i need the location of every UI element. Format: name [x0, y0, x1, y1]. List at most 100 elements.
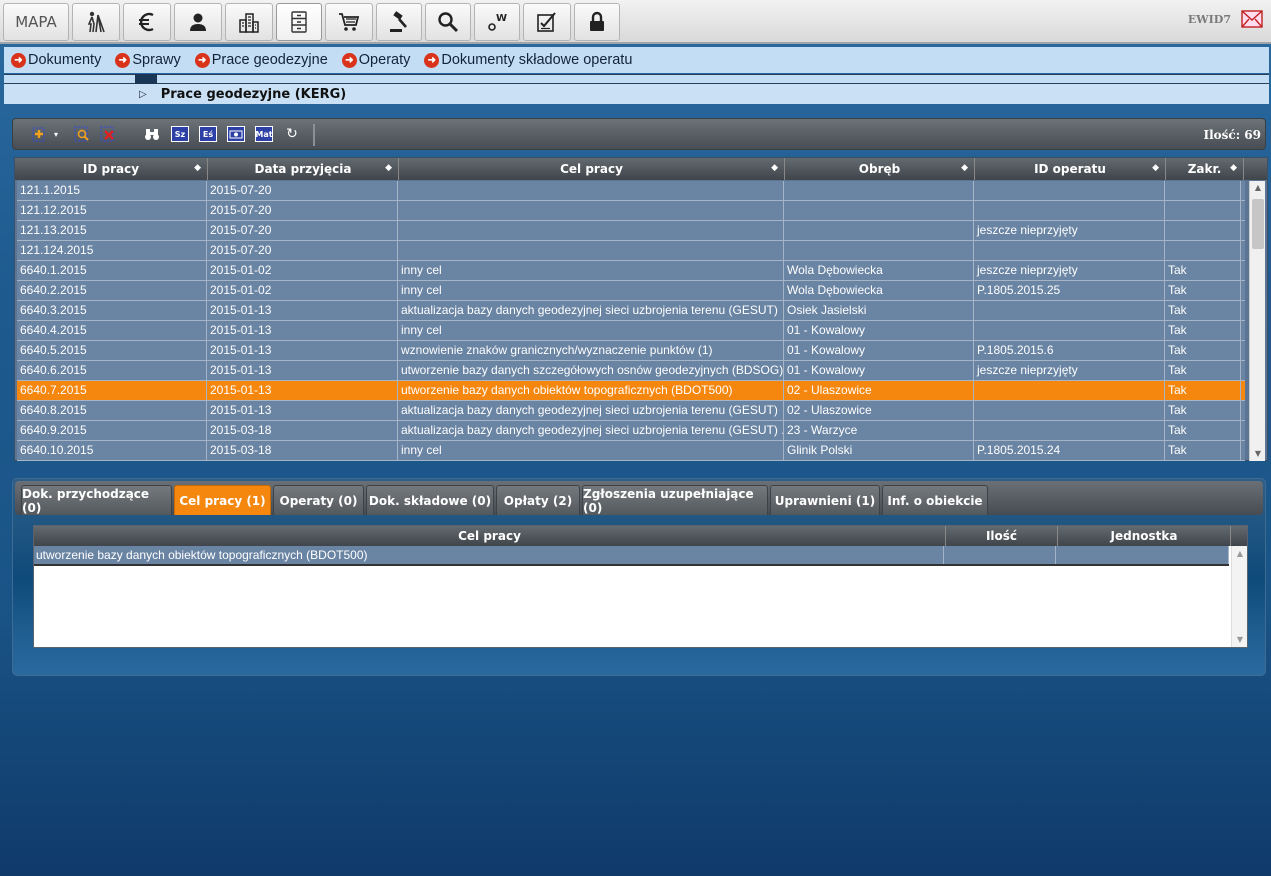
table-row[interactable]: 121.1.2015 2015-07-20: [17, 181, 1245, 201]
tab-0[interactable]: Dok. przychodzące (0): [21, 485, 172, 515]
mail-icon[interactable]: [1241, 10, 1263, 28]
nav-link-label: Dokumenty: [28, 52, 102, 68]
column-header-data-przyjecia[interactable]: Data przyjęcia ◆: [208, 158, 399, 180]
sort-icon[interactable]: ◆: [1152, 163, 1159, 173]
search-button[interactable]: [425, 3, 471, 41]
column-header-cel-pracy[interactable]: Cel pracy: [34, 526, 946, 546]
registry-button[interactable]: [276, 3, 322, 41]
splitter-handle[interactable]: [135, 74, 157, 84]
column-header-obreb[interactable]: Obręb ◆: [785, 158, 975, 180]
nav-link-operaty[interactable]: ➜ Operaty: [341, 52, 411, 68]
preview-icon: [74, 126, 89, 142]
cell-cel-pracy: [398, 181, 784, 200]
add-record-button[interactable]: [31, 126, 49, 142]
buildings-button[interactable]: [225, 3, 273, 41]
es-button[interactable]: Eś: [199, 126, 217, 142]
scroll-down-icon[interactable]: ▼: [1250, 447, 1266, 461]
table-row[interactable]: 6640.6.2015 2015-01-13 utworzenie bazy dan…: [17, 361, 1245, 381]
column-header-label: Cel pracy: [560, 162, 623, 176]
cell-id-operatu: [974, 321, 1165, 340]
cell-zakr: Tak: [1165, 281, 1241, 300]
search-icon: [438, 12, 459, 33]
cell-cel-pracy: inny cel: [398, 441, 784, 460]
cell-jednostka: [1056, 546, 1229, 564]
sort-icon[interactable]: ◆: [771, 163, 778, 173]
scroll-down-icon[interactable]: ▼: [1232, 635, 1248, 644]
cell-obreb: [784, 221, 974, 240]
refresh-icon[interactable]: ↻: [283, 126, 301, 142]
scroll-up-icon[interactable]: ▲: [1232, 549, 1248, 558]
subtable-scrollbar[interactable]: ▲ ▼: [1231, 546, 1247, 647]
legal-button[interactable]: [376, 3, 422, 41]
table-row[interactable]: 6640.1.2015 2015-01-02 inny cel Wola Dębowi…: [17, 261, 1245, 281]
cart-button[interactable]: [325, 3, 373, 41]
cell-id-pracy: 6640.6.2015: [17, 361, 207, 380]
nav-link-dokumenty[interactable]: ➜ Dokumenty: [11, 52, 101, 68]
lock-button[interactable]: [574, 3, 620, 41]
tab-2[interactable]: Operaty (0): [273, 485, 364, 515]
nav-link-dokumenty-skladowe[interactable]: ➜ Dokumenty składowe operatu: [424, 52, 632, 68]
weight-button[interactable]: W: [474, 3, 520, 41]
table-row[interactable]: 6640.4.2015 2015-01-13 inny cel 01 - Kowalo…: [17, 321, 1245, 341]
surveyor-button[interactable]: [72, 3, 120, 41]
tab-5[interactable]: Zgłoszenia uzupełniające (0): [582, 485, 768, 515]
map-button[interactable]: MAPA: [3, 3, 69, 41]
table-row[interactable]: 121.13.2015 2015-07-20 jeszcze nieprzyjęty: [17, 221, 1245, 241]
scroll-up-icon[interactable]: ▲: [1250, 181, 1266, 195]
sort-icon[interactable]: ◆: [1230, 163, 1237, 173]
sort-icon[interactable]: ◆: [385, 163, 392, 173]
tab-1[interactable]: Cel pracy (1): [174, 485, 271, 515]
column-header-id-pracy[interactable]: ID pracy ◆: [15, 158, 208, 180]
cell-obreb: 01 - Kowalowy: [784, 341, 974, 360]
table-scrollbar[interactable]: ▲ ▼: [1249, 181, 1265, 461]
table-row[interactable]: 6640.5.2015 2015-01-13 wznowienie znaków g…: [17, 341, 1245, 361]
nav-divider: [4, 74, 1269, 84]
table-row[interactable]: 121.124.2015 2015-07-20: [17, 241, 1245, 261]
table-row[interactable]: 6640.9.2015 2015-03-18 aktualizacja bazy d…: [17, 421, 1245, 441]
column-header-ilosc[interactable]: Ilość: [946, 526, 1058, 546]
column-header-id-operatu[interactable]: ID operatu ◆: [975, 158, 1166, 180]
nav-link-label: Dokumenty składowe operatu: [441, 52, 633, 68]
binoculars-icon: [145, 129, 159, 140]
tab-3[interactable]: Dok. składowe (0): [366, 485, 494, 515]
preview-button[interactable]: [73, 126, 91, 142]
column-header-zakr[interactable]: Zakr. ◆: [1166, 158, 1244, 180]
persons-button[interactable]: [174, 3, 222, 41]
table-row[interactable]: utworzenie bazy danych obiektów topograf…: [34, 546, 1229, 566]
mat-button[interactable]: Mat: [255, 126, 273, 142]
sort-icon[interactable]: ◆: [194, 163, 201, 173]
table-row[interactable]: 6640.10.2015 2015-03-18 inny cel Glinik Pol…: [17, 441, 1245, 461]
nav-link-prace-geodezyjne[interactable]: ➜ Prace geodezyjne: [194, 52, 328, 68]
tab-4[interactable]: Opłaty (2): [496, 485, 580, 515]
dropdown-icon[interactable]: ▾: [51, 126, 61, 142]
tab-7[interactable]: Inf. o obiekcie: [882, 485, 988, 515]
arrow-right-icon: ➜: [424, 52, 440, 68]
finance-button[interactable]: [123, 3, 171, 41]
table-row[interactable]: 6640.8.2015 2015-01-13 aktualizacja bazy d…: [17, 401, 1245, 421]
checklist-button[interactable]: [523, 3, 571, 41]
nav-link-sprawy[interactable]: ➜ Sprawy: [115, 52, 181, 68]
cell-obreb: 01 - Kowalowy: [784, 361, 974, 380]
cell-obreb: Osiek Jasielski: [784, 301, 974, 320]
table-row[interactable]: 6640.7.2015 2015-01-13 utworzenie bazy dan…: [17, 381, 1245, 401]
scroll-thumb[interactable]: [1252, 199, 1264, 249]
column-header-label: ID operatu: [1034, 162, 1106, 176]
delete-record-button[interactable]: [99, 126, 117, 142]
table-row[interactable]: 6640.2.2015 2015-01-02 inny cel Wola Dębowi…: [17, 281, 1245, 301]
cell-cel-pracy: aktualizacja bazy danych geodezyjnej sie…: [398, 421, 784, 440]
sz-button[interactable]: Sz: [171, 126, 189, 142]
nav-link-label: Operaty: [358, 52, 411, 68]
column-header-jednostka[interactable]: Jednostka: [1058, 526, 1231, 546]
column-header-cel-pracy[interactable]: Cel pracy ◆: [399, 158, 785, 180]
find-button[interactable]: [143, 126, 161, 142]
tab-6[interactable]: Uprawnieni (1): [770, 485, 880, 515]
camera-button[interactable]: [227, 126, 245, 142]
table-row[interactable]: 121.12.2015 2015-07-20: [17, 201, 1245, 221]
expand-triangle-icon[interactable]: ▷: [139, 89, 147, 100]
toolbar-divider: [313, 124, 315, 146]
page-title: Prace geodezyjne (KERG): [160, 86, 347, 102]
cell-id-pracy: 6640.8.2015: [17, 401, 207, 420]
cell-obreb: Glinik Polski: [784, 441, 974, 460]
sort-icon[interactable]: ◆: [961, 163, 968, 173]
table-row[interactable]: 6640.3.2015 2015-01-13 aktualizacja bazy d…: [17, 301, 1245, 321]
